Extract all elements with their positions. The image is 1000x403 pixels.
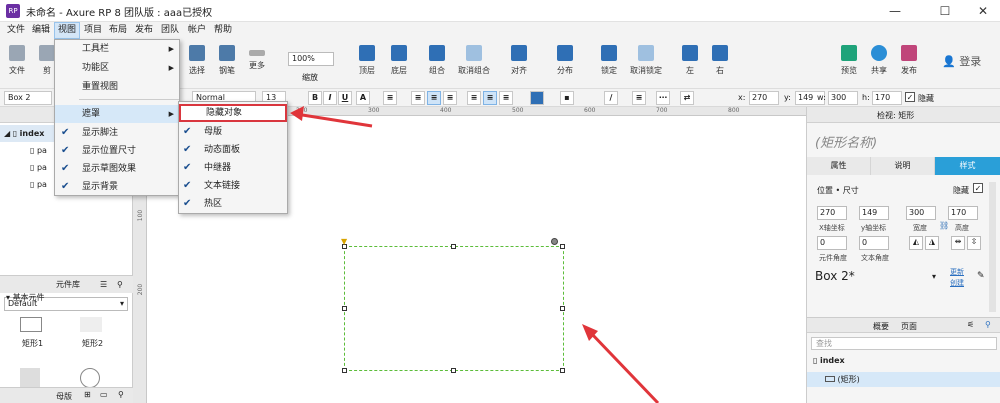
red-arrow-line bbox=[295, 112, 373, 128]
annotation-arrows bbox=[290, 106, 660, 403]
red-arrowhead bbox=[290, 106, 304, 121]
red-arrow-line bbox=[588, 330, 660, 403]
